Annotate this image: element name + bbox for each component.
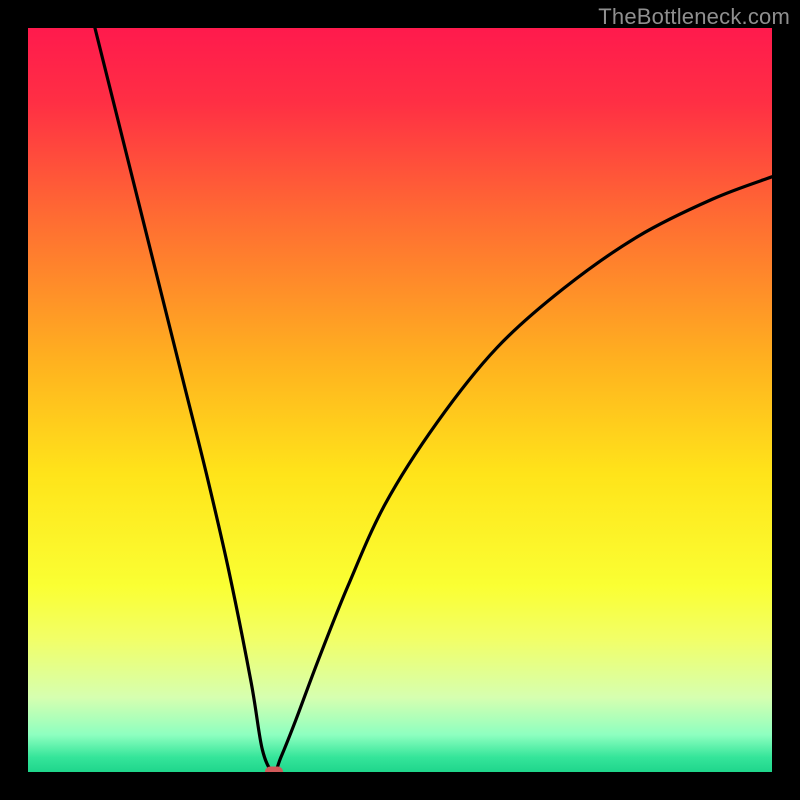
watermark-text: TheBottleneck.com [598,4,790,30]
chart-frame: TheBottleneck.com [0,0,800,800]
plot-area [28,28,772,772]
optimal-point-marker [265,767,283,773]
background-gradient [28,28,772,772]
